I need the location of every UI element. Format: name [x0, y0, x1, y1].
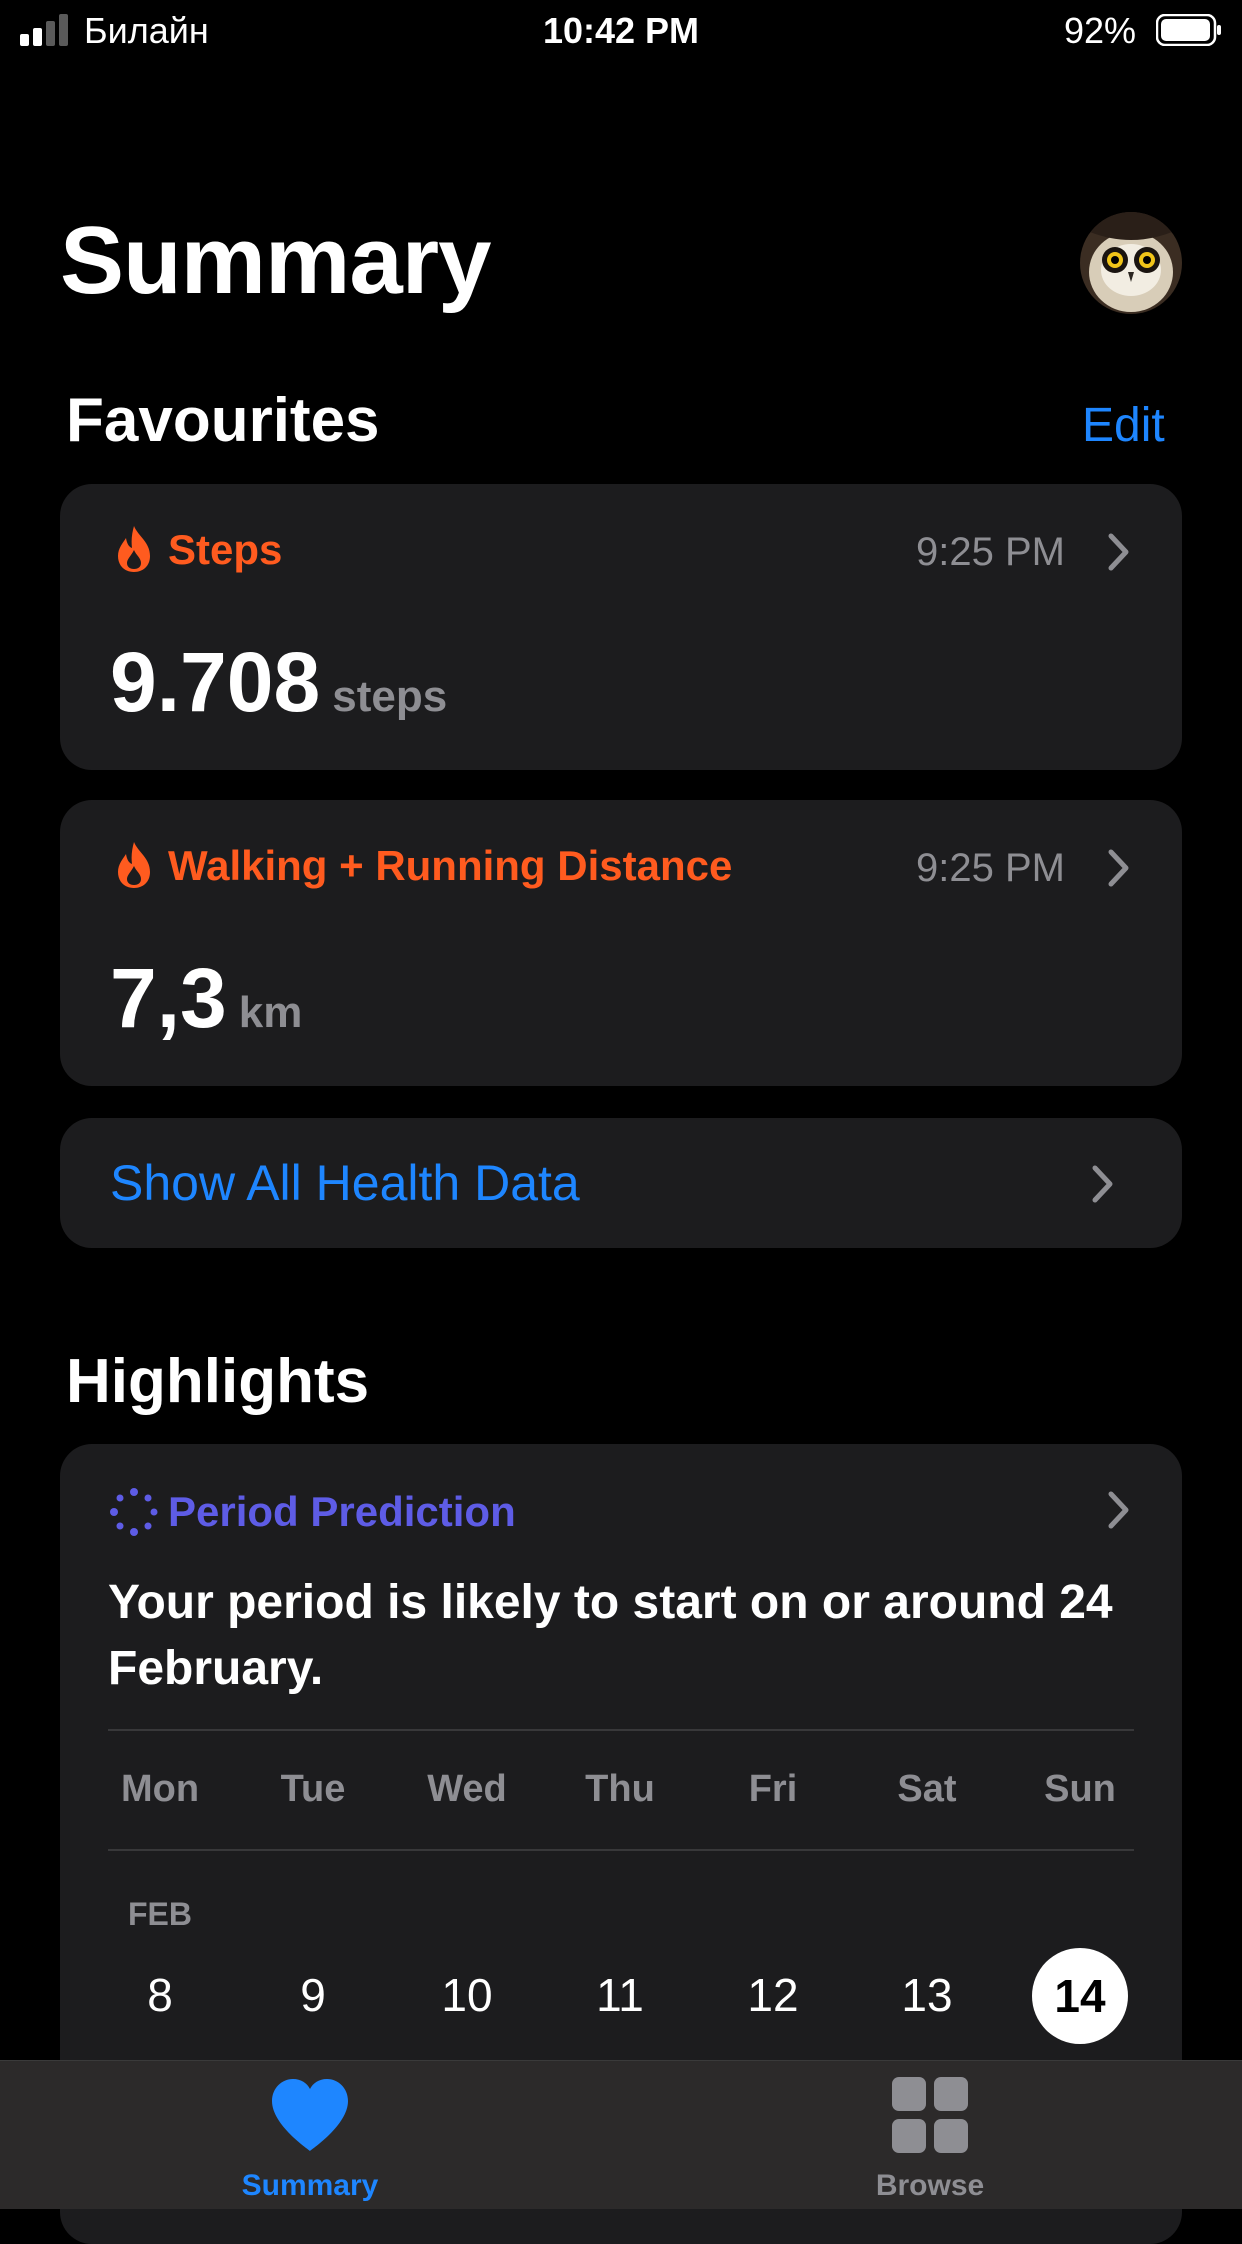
period-prediction-label: Period Prediction	[168, 1488, 516, 1535]
chevron-right-icon	[1092, 1165, 1113, 1203]
grid-icon	[892, 2077, 968, 2153]
weekday-label: Wed	[427, 1768, 507, 1810]
divider	[108, 1849, 1134, 1851]
clock: 10:42 PM	[542, 10, 700, 51]
weekday-label: Fri	[748, 1768, 798, 1810]
distance-unit: km	[238, 988, 303, 1037]
tab-browse-label: Browse	[875, 2169, 985, 2202]
distance-value: 7,3	[110, 951, 227, 1045]
calendar-date-selected[interactable]: 14	[1032, 1948, 1128, 2044]
steps-value: 9.708	[110, 635, 321, 729]
battery-percentage: 92%	[1064, 10, 1137, 51]
weekday-label: Sat	[897, 1768, 957, 1810]
weekday-label: Mon	[120, 1768, 200, 1810]
calendar-date[interactable]: 10	[407, 1968, 527, 2022]
tab-summary-label: Summary	[241, 2169, 379, 2202]
battery-icon	[1156, 14, 1221, 46]
tab-summary[interactable]: Summary	[210, 2077, 410, 2207]
steps-card[interactable]: Steps 9:25 PM 9.708 steps	[60, 484, 1182, 770]
chevron-right-icon	[1108, 849, 1129, 887]
calendar-date[interactable]: 11	[560, 1968, 680, 2022]
owl-avatar-icon	[1080, 212, 1182, 314]
weekday-label: Tue	[280, 1768, 346, 1810]
flame-icon	[118, 842, 150, 888]
edit-button[interactable]: Edit	[1082, 398, 1165, 453]
steps-unit: steps	[332, 672, 448, 721]
steps-time: 9:25 PM	[916, 530, 1065, 574]
distance-time: 9:25 PM	[916, 846, 1065, 890]
calendar-date[interactable]: 13	[867, 1968, 987, 2022]
calendar-date[interactable]: 12	[713, 1968, 833, 2022]
show-all-label: Show All Health Data	[110, 1155, 580, 1211]
heart-icon	[272, 2079, 348, 2151]
calendar-date[interactable]: 9	[253, 1968, 373, 2022]
steps-label: Steps	[168, 526, 283, 573]
distance-label: Walking + Running Distance	[168, 842, 733, 889]
highlights-heading: Highlights	[66, 1347, 370, 1416]
calendar-date[interactable]: 8	[100, 1968, 220, 2022]
tab-bar: Summary Browse	[0, 2060, 1242, 2209]
chevron-right-icon	[1108, 533, 1129, 571]
chevron-right-icon	[1108, 1491, 1129, 1529]
divider	[108, 1729, 1134, 1731]
tab-browse[interactable]: Browse	[830, 2077, 1030, 2207]
cycle-tracking-icon	[110, 1488, 158, 1536]
favourites-heading: Favourites	[66, 386, 380, 455]
steps-value-row: 9.708 steps	[110, 634, 447, 731]
month-label: FEB	[128, 1896, 192, 1932]
period-prediction-text: Your period is likely to start on or aro…	[108, 1576, 1113, 1695]
weekday-label: Sun	[1044, 1768, 1116, 1810]
status-bar: Билайн 10:42 PM 92%	[0, 0, 1242, 62]
distance-value-row: 7,3 km	[110, 950, 302, 1047]
flame-icon	[118, 526, 150, 572]
distance-card[interactable]: Walking + Running Distance 9:25 PM 7,3 k…	[60, 800, 1182, 1086]
show-all-health-data-button[interactable]: Show All Health Data	[60, 1118, 1182, 1248]
page-title: Summary	[60, 207, 492, 314]
weekday-label: Thu	[585, 1768, 655, 1810]
avatar[interactable]	[1080, 212, 1182, 314]
